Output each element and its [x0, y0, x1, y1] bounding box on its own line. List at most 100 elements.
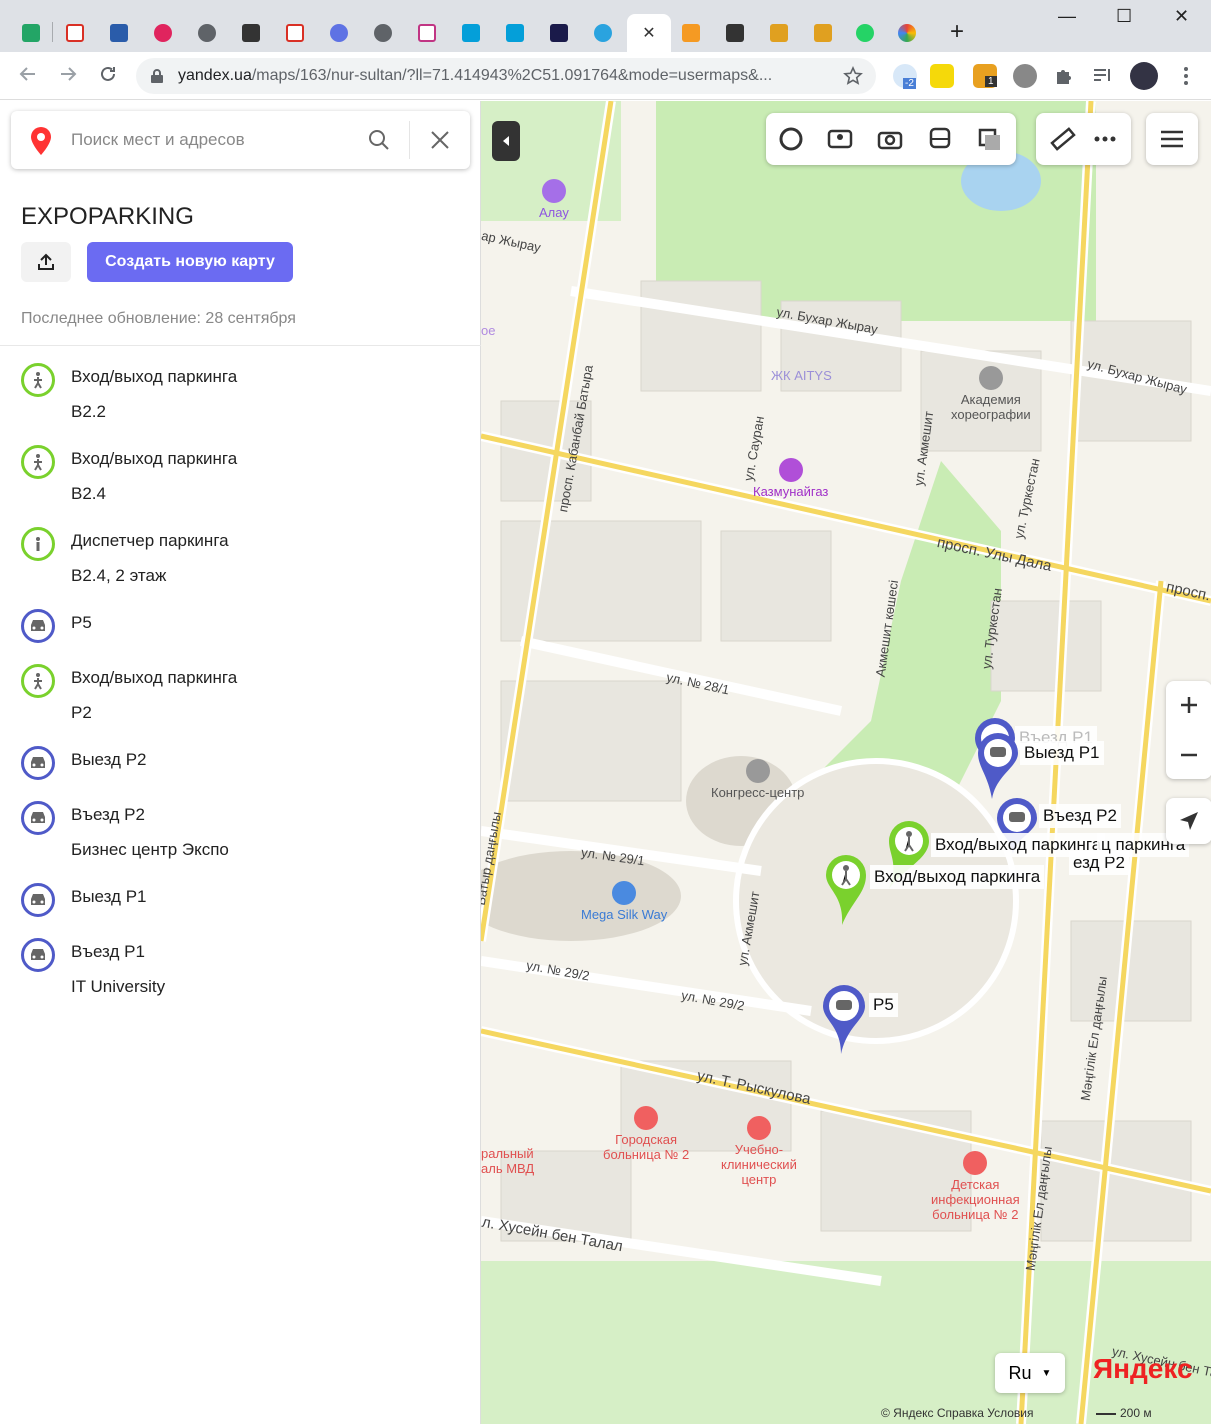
globe-icon [374, 24, 392, 42]
pedestrian-icon [21, 363, 55, 397]
locate-me-button[interactable] [1166, 798, 1211, 844]
profile-avatar[interactable] [1130, 62, 1158, 90]
kf-icon [726, 24, 744, 42]
map-tools-toolbar [1036, 113, 1131, 165]
tab-whatsapp[interactable] [846, 14, 884, 52]
placemark-list-item[interactable]: Вход/выход паркинга P2 [0, 664, 481, 723]
tab-video[interactable] [144, 14, 182, 52]
poi-kmg[interactable]: Казмунайгаз [753, 458, 828, 499]
weather-extension-icon[interactable]: -2 [893, 64, 917, 89]
camera-icon[interactable] [877, 127, 903, 151]
placemark-title: Въезд P2 [71, 805, 145, 824]
close-window-button[interactable]: ✕ [1174, 6, 1189, 27]
placemark-list-item[interactable]: Выезд P2 [0, 746, 481, 782]
extensions-puzzle-icon[interactable] [1052, 64, 1076, 88]
tab-sheets[interactable] [12, 14, 50, 52]
poi-alau[interactable]: Алау [539, 179, 569, 220]
tab-gmail-2[interactable] [276, 14, 314, 52]
placemark-list-item[interactable]: P5 [0, 609, 481, 645]
tab-gift-1[interactable] [760, 14, 798, 52]
minimize-button[interactable]: — [1058, 6, 1076, 27]
placemark-list-item[interactable]: Выезд P1 [0, 883, 481, 919]
scale-label: 200 м [1120, 1406, 1152, 1420]
tab-pinwheel[interactable] [320, 14, 358, 52]
poi-clinic[interactable]: Учебно- клинический центр [721, 1116, 797, 1187]
tab-active-yandex-maps[interactable]: ✕ [627, 14, 671, 52]
telegram-icon [594, 24, 612, 42]
placemark-description: IT University [71, 977, 166, 996]
box-icon [682, 24, 700, 42]
placemark-list-item[interactable]: Въезд P1 IT University [0, 938, 481, 997]
tab-gift-2[interactable] [804, 14, 842, 52]
poi-label: Городская больница № 2 [603, 1132, 690, 1162]
panorama-icon[interactable] [827, 127, 853, 151]
chrome-menu-icon[interactable] [1174, 64, 1198, 88]
url-omnibox[interactable]: yandex.ua/maps/163/nur-sultan/?ll=71.414… [136, 58, 876, 94]
placemark-list-item[interactable]: Въезд P2 Бизнес центр Экспо [0, 801, 481, 860]
url-host: yandex.ua [178, 67, 252, 84]
zoom-in-icon[interactable] [1179, 695, 1199, 715]
gmail-icon [286, 24, 304, 42]
gas-station-icon [778, 458, 803, 482]
layers-icon[interactable] [977, 127, 1003, 151]
poi-mvd[interactable]: ральный аль МВД [481, 1146, 534, 1176]
search-box[interactable]: Поиск мест и адресов [11, 111, 470, 169]
map-area[interactable]: ул. Бухар Жырау ул. Бухар Жырау ар Жырау… [481, 101, 1211, 1424]
search-icon [369, 130, 389, 150]
circle-extension-icon[interactable] [1013, 64, 1037, 88]
tab-cp[interactable] [100, 14, 138, 52]
tab-telegram[interactable] [584, 14, 622, 52]
poi-congress[interactable]: Конгресс-центр [711, 759, 804, 800]
poi-aitys[interactable]: ЖК AITYS [771, 368, 832, 383]
tab-gmail[interactable] [56, 14, 94, 52]
new-tab-button[interactable]: + [950, 18, 964, 46]
yandex-logo: Яндекс [1093, 1353, 1193, 1384]
poi-academy[interactable]: Академия хореографии [951, 366, 1031, 422]
poi-mega[interactable]: Mega Silk Way [581, 881, 667, 922]
forward-button[interactable] [58, 64, 78, 90]
maximize-button[interactable]: ☐ [1116, 6, 1132, 27]
pin-exit-p1[interactable]: Выезд P1 [976, 731, 1104, 806]
tab-globe-2[interactable] [364, 14, 402, 52]
poi-hospital-2[interactable]: Городская больница № 2 [603, 1106, 689, 1162]
cp-icon [110, 24, 128, 42]
pin-label: Вход/выход паркинга [931, 833, 1106, 857]
share-button[interactable] [21, 242, 71, 282]
tab-globe-1[interactable] [188, 14, 226, 52]
tab-space[interactable] [540, 14, 578, 52]
tab-photos[interactable] [888, 14, 926, 52]
more-icon[interactable] [1092, 127, 1118, 151]
placemark-list-item[interactable]: Вход/выход паркинга B2.4 [0, 445, 481, 504]
tab-close-icon[interactable]: ✕ [642, 23, 655, 43]
create-map-button[interactable]: Создать новую карту [87, 242, 293, 282]
media-control-icon[interactable] [1091, 64, 1115, 88]
tab-briefcase[interactable] [232, 14, 270, 52]
reload-button[interactable] [98, 64, 118, 90]
tab-kf[interactable] [716, 14, 754, 52]
bus-icon[interactable] [927, 127, 953, 151]
traffic-icon[interactable] [778, 127, 804, 151]
poi-child-hospital[interactable]: Детская инфекционная больница № 2 [931, 1151, 1020, 1222]
tab-box[interactable] [672, 14, 710, 52]
mask-extension-icon[interactable]: 1 [973, 64, 997, 88]
collapse-panel-button[interactable] [492, 121, 520, 161]
map-footer[interactable]: © Яндекс Справка Условия [881, 1406, 1033, 1420]
ruler-icon[interactable] [1050, 127, 1076, 151]
placemark-title: Выезд P1 [71, 887, 147, 906]
tab-cisco-1[interactable] [452, 14, 490, 52]
pin-pedestrian-2[interactable]: Вход/выход паркинга [824, 853, 1045, 930]
search-input[interactable]: Поиск мест и адресов [71, 130, 245, 150]
tab-cisco-2[interactable] [496, 14, 534, 52]
back-button[interactable] [18, 64, 38, 90]
language-select[interactable]: Ru ▼ [995, 1353, 1065, 1393]
placemark-list-item[interactable]: Диспетчер паркинга B2.4, 2 этаж [0, 527, 481, 586]
pin-p5[interactable]: P5 [821, 983, 898, 1060]
placemark-list-item[interactable]: Вход/выход паркинга B2.2 [0, 363, 481, 422]
sheets-icon [22, 24, 40, 42]
menu-button[interactable] [1146, 113, 1198, 165]
i-extension-icon[interactable] [930, 64, 954, 88]
gift-icon [814, 24, 832, 42]
pin-label: P5 [869, 993, 898, 1017]
zoom-out-icon[interactable] [1179, 745, 1199, 765]
tab-b[interactable] [408, 14, 446, 52]
